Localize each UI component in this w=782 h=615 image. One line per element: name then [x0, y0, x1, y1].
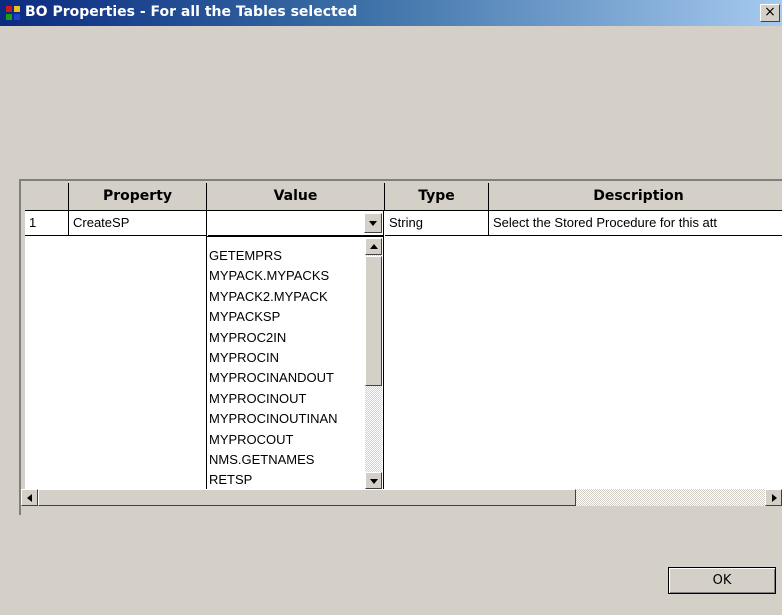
dropdown-option[interactable]: MYPACK2.MYPACK: [209, 287, 363, 307]
column-header-value[interactable]: Value: [207, 183, 385, 211]
column-header-property[interactable]: Property: [69, 183, 207, 211]
value-dropdown-list[interactable]: GETEMPRS MYPACK.MYPACKS MYPACK2.MYPACK M…: [206, 236, 384, 491]
horizontal-scroll-thumb[interactable]: [38, 489, 576, 506]
chevron-down-icon: [369, 221, 377, 226]
column-header-description[interactable]: Description: [489, 183, 782, 211]
properties-grid-frame: Property Value Type Description 1 Create…: [19, 179, 782, 515]
table-grid-icon: [6, 6, 20, 20]
description-cell[interactable]: Select the Stored Procedure for this att: [489, 211, 782, 236]
scroll-up-button[interactable]: [365, 238, 382, 255]
arrow-down-icon: [370, 479, 378, 484]
value-dropdown-button[interactable]: [364, 213, 382, 233]
close-icon: ×: [764, 4, 776, 20]
type-cell[interactable]: String: [385, 211, 489, 236]
scroll-left-button[interactable]: [21, 489, 38, 506]
properties-grid: Property Value Type Description 1 Create…: [25, 183, 782, 491]
dropdown-option[interactable]: GETEMPRS: [209, 246, 363, 266]
row-header-corner: [25, 183, 69, 211]
window-title: BO Properties - For all the Tables selec…: [25, 4, 358, 20]
dropdown-options: GETEMPRS MYPACK.MYPACKS MYPACK2.MYPACK M…: [209, 246, 363, 490]
dropdown-vertical-scrollbar[interactable]: [365, 238, 382, 489]
arrow-left-icon: [27, 494, 32, 502]
arrow-right-icon: [772, 494, 777, 502]
dropdown-option[interactable]: MYPROCIN: [209, 348, 363, 368]
dropdown-option[interactable]: MYPACKSP: [209, 307, 363, 327]
title-bar[interactable]: BO Properties - For all the Tables selec…: [0, 0, 782, 26]
dropdown-option[interactable]: MYPROCOUT: [209, 430, 363, 450]
dropdown-option[interactable]: NMS.GETNAMES: [209, 450, 363, 470]
property-cell[interactable]: CreateSP: [69, 211, 207, 236]
dropdown-option[interactable]: MYPROCINANDOUT: [209, 368, 363, 388]
dropdown-option[interactable]: RETSP: [209, 470, 363, 490]
ok-button[interactable]: OK: [668, 567, 776, 594]
dropdown-scroll-thumb[interactable]: [365, 256, 382, 386]
grid-horizontal-scrollbar[interactable]: [21, 489, 782, 506]
dropdown-option[interactable]: MYPACK.MYPACKS: [209, 266, 363, 286]
column-header-type[interactable]: Type: [385, 183, 489, 211]
close-button[interactable]: ×: [760, 4, 780, 22]
arrow-up-icon: [370, 244, 378, 249]
bo-properties-dialog: BO Properties - For all the Tables selec…: [0, 0, 782, 615]
dropdown-option[interactable]: MYPROC2IN: [209, 328, 363, 348]
dropdown-option[interactable]: MYPROCINOUTINAN: [209, 409, 363, 429]
scroll-down-button[interactable]: [365, 472, 382, 489]
scroll-right-button[interactable]: [765, 489, 782, 506]
dropdown-option[interactable]: MYPROCINOUT: [209, 389, 363, 409]
row-number[interactable]: 1: [25, 211, 69, 236]
value-combo-box[interactable]: [208, 211, 384, 236]
